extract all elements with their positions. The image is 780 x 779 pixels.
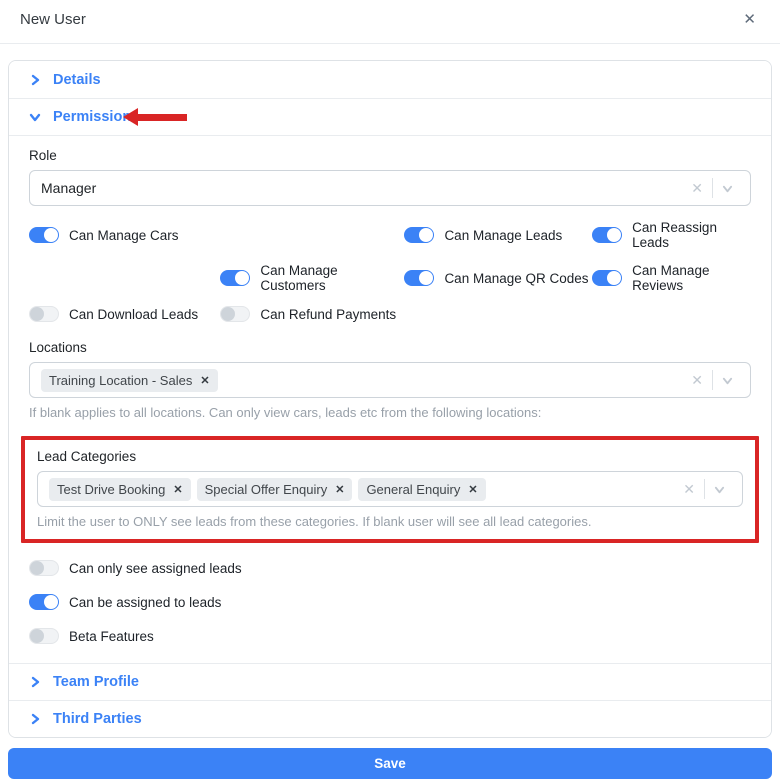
save-button[interactable]: Save xyxy=(8,748,772,779)
tag-label: General Enquiry xyxy=(366,482,460,497)
toggle-item: Can Manage Reviews xyxy=(592,263,751,293)
modal-title: New User xyxy=(20,11,86,28)
section-details[interactable]: Details xyxy=(9,61,771,98)
section-label: Team Profile xyxy=(53,674,139,690)
role-value: Manager xyxy=(41,180,682,196)
locations-select[interactable]: Training Location - Sales ✕ ✕ xyxy=(29,362,751,398)
tag-remove-icon[interactable]: ✕ xyxy=(468,483,477,496)
toggle-label: Can Refund Payments xyxy=(260,307,396,322)
section-label: Third Parties xyxy=(53,711,142,727)
modal-header: New User ✕ xyxy=(0,0,780,44)
chevron-right-icon xyxy=(29,676,41,688)
toggle-label: Can Reassign Leads xyxy=(632,220,751,250)
permissions-toggle-grid: Can Manage Cars Can Manage Leads Can Reass… xyxy=(29,220,751,322)
toggle-switch-on[interactable] xyxy=(29,594,59,610)
lead-categories-help-text: Limit the user to ONLY see leads from th… xyxy=(37,514,743,529)
toggle-label: Can Manage Customers xyxy=(260,263,404,293)
toggle-item: Can Manage Leads xyxy=(404,220,592,250)
toggle-switch-off[interactable] xyxy=(29,560,59,576)
toggle-switch-on[interactable] xyxy=(29,227,59,243)
selected-tag: Training Location - Sales ✕ xyxy=(41,369,218,392)
toggle-item: Can Manage QR Codes xyxy=(404,263,592,293)
tag-remove-icon[interactable]: ✕ xyxy=(173,483,182,496)
selected-tag: Special Offer Enquiry ✕ xyxy=(197,478,353,501)
role-label: Role xyxy=(29,148,751,163)
toggle-switch-on[interactable] xyxy=(220,270,250,286)
toggle-item: Can Refund Payments xyxy=(220,306,404,322)
chevron-down-icon xyxy=(29,111,41,123)
toggle-switch-on[interactable] xyxy=(592,270,622,286)
toggle-label: Beta Features xyxy=(69,629,154,644)
tag-label: Special Offer Enquiry xyxy=(205,482,328,497)
toggle-item: Can Download Leads xyxy=(29,306,220,322)
tag-remove-icon[interactable]: ✕ xyxy=(200,374,209,387)
chevron-right-icon xyxy=(29,713,41,725)
permissions-body: Role Manager ✕ Can Manage CarsCan Manage… xyxy=(9,135,771,663)
toggle-label: Can Manage Reviews xyxy=(632,263,751,293)
section-team-profile[interactable]: Team Profile xyxy=(9,663,771,700)
locations-tags: Training Location - Sales ✕ xyxy=(41,369,682,392)
clear-icon[interactable]: ✕ xyxy=(674,481,704,498)
section-third-parties[interactable]: Third Parties xyxy=(9,700,771,737)
role-select[interactable]: Manager ✕ xyxy=(29,170,751,206)
chevron-down-icon[interactable] xyxy=(713,375,742,386)
toggle-label: Can only see assigned leads xyxy=(69,561,242,576)
toggle-item: Can only see assigned leads xyxy=(29,557,751,579)
bottom-toggle-list: Can only see assigned leads Can be assign… xyxy=(29,557,751,647)
lead-categories-tags: Test Drive Booking✕Special Offer Enquiry… xyxy=(49,478,674,501)
chevron-down-icon[interactable] xyxy=(713,183,742,194)
clear-icon[interactable]: ✕ xyxy=(682,180,712,197)
toggle-switch-on[interactable] xyxy=(404,227,434,243)
tag-label: Training Location - Sales xyxy=(49,373,192,388)
toggle-item: Can Reassign Leads xyxy=(592,220,751,250)
toggle-label: Can Download Leads xyxy=(69,307,198,322)
tag-label: Test Drive Booking xyxy=(57,482,165,497)
locations-help-text: If blank applies to all locations. Can o… xyxy=(29,405,751,420)
toggle-item: Beta Features xyxy=(29,625,751,647)
lead-categories-select[interactable]: Test Drive Booking✕Special Offer Enquiry… xyxy=(37,471,743,507)
toggle-label: Can Manage QR Codes xyxy=(444,271,588,286)
section-label: Permissions xyxy=(53,109,139,125)
accordion-panel: Details Permissions Role Manager ✕ Can M… xyxy=(8,60,772,738)
selected-tag: General Enquiry ✕ xyxy=(358,478,485,501)
toggle-label: Can Manage Cars xyxy=(69,228,179,243)
lead-categories-label: Lead Categories xyxy=(37,449,743,464)
section-permissions[interactable]: Permissions xyxy=(9,98,771,135)
section-label: Details xyxy=(53,72,101,88)
toggle-switch-on[interactable] xyxy=(404,270,434,286)
toggle-label: Can be assigned to leads xyxy=(69,595,221,610)
toggle-switch-off[interactable] xyxy=(220,306,250,322)
locations-label: Locations xyxy=(29,340,751,355)
toggle-item: Can Manage Cars xyxy=(29,220,220,250)
toggle-switch-off[interactable] xyxy=(29,628,59,644)
toggle-switch-off[interactable] xyxy=(29,306,59,322)
toggle-label: Can Manage Leads xyxy=(444,228,562,243)
clear-icon[interactable]: ✕ xyxy=(682,372,712,389)
chevron-down-icon[interactable] xyxy=(705,484,734,495)
chevron-right-icon xyxy=(29,74,41,86)
selected-tag: Test Drive Booking ✕ xyxy=(49,478,191,501)
annotation-rectangle: Lead Categories Test Drive Booking✕Speci… xyxy=(21,436,759,543)
toggle-item: Can be assigned to leads xyxy=(29,591,751,613)
toggle-item: Can Manage Customers xyxy=(220,263,404,293)
close-icon[interactable]: ✕ xyxy=(739,10,760,29)
tag-remove-icon[interactable]: ✕ xyxy=(335,483,344,496)
toggle-switch-on[interactable] xyxy=(592,227,622,243)
